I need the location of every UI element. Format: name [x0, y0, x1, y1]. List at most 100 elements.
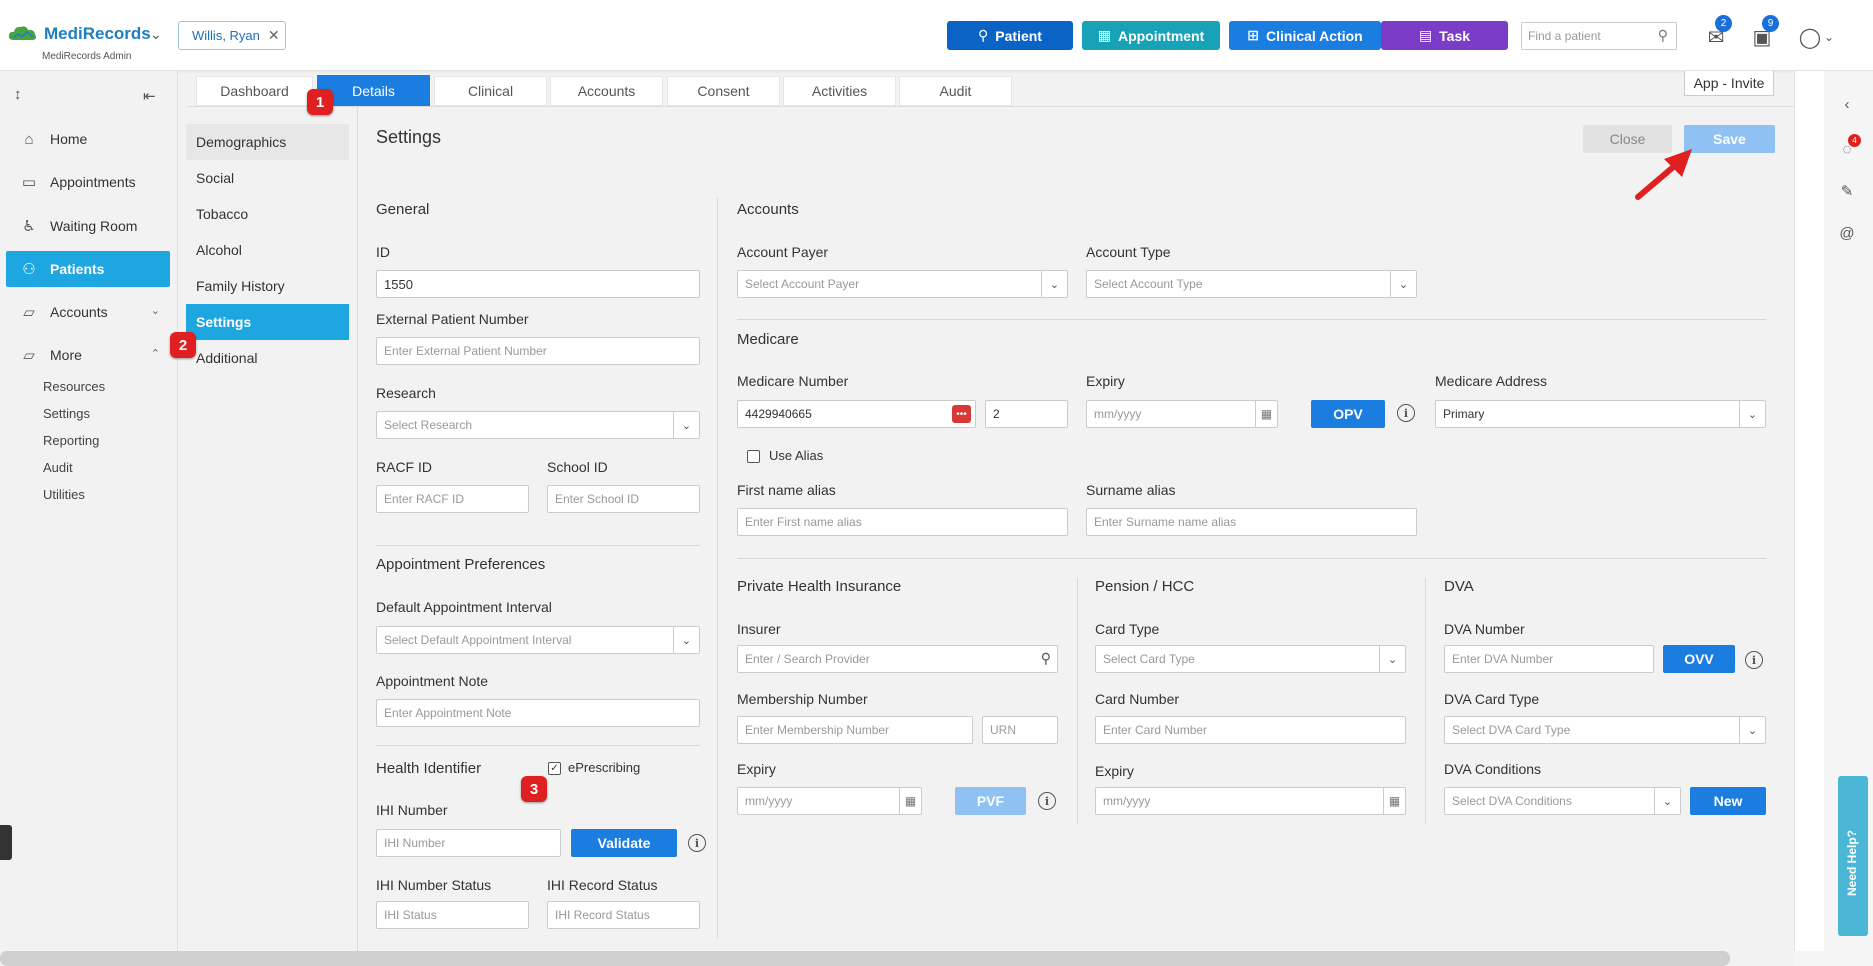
ihi-number-status-field[interactable]: IHI Status: [376, 901, 529, 929]
expand-vertical-icon[interactable]: ↕: [14, 86, 22, 103]
active-patient-chip[interactable]: Willis, Ryan ✕: [178, 21, 286, 50]
sidebar-item-home[interactable]: ⌂ Home: [6, 121, 170, 157]
submenu-social[interactable]: Social: [186, 160, 349, 196]
clipboard-icon: ▤: [1418, 27, 1433, 43]
chevron-down-icon: ⌄: [1041, 271, 1067, 297]
submenu-demographics[interactable]: Demographics: [186, 124, 349, 160]
ihi-record-status-field[interactable]: IHI Record Status: [547, 901, 700, 929]
ovv-button[interactable]: OVV: [1663, 645, 1735, 673]
calendar-icon[interactable]: ▦: [1255, 401, 1277, 427]
dva-card-type-select[interactable]: Select DVA Card Type ⌄: [1444, 716, 1766, 744]
tab-clinical[interactable]: Clinical: [434, 76, 547, 106]
ihi-number-field[interactable]: IHI Number: [376, 829, 561, 857]
calendar-icon[interactable]: ▦: [899, 788, 921, 814]
use-alias-checkbox[interactable]: [747, 450, 760, 463]
opv-button[interactable]: OPV: [1311, 400, 1385, 428]
pension-expiry-label: Expiry: [1095, 763, 1134, 779]
sidebar-subitem-settings[interactable]: Settings: [43, 406, 90, 421]
info-icon[interactable]: i: [688, 834, 706, 852]
chevron-left-icon[interactable]: ‹: [1836, 93, 1858, 115]
tab-dashboard[interactable]: Dashboard: [196, 76, 313, 106]
account-payer-select[interactable]: Select Account Payer ⌄: [737, 270, 1068, 298]
surname-alias-placeholder: Enter Surname name alias: [1094, 515, 1237, 529]
tab-accounts[interactable]: Accounts: [550, 76, 663, 106]
sidebar-item-more[interactable]: ▱ More ⌃: [6, 337, 170, 373]
left-edge-handle[interactable]: [0, 825, 12, 860]
membership-number-field[interactable]: Enter Membership Number: [737, 716, 973, 744]
close-icon[interactable]: ✕: [268, 27, 280, 44]
sidebar-subitem-audit[interactable]: Audit: [43, 460, 73, 475]
card-type-select[interactable]: Select Card Type ⌄: [1095, 645, 1406, 673]
appointment-note-field[interactable]: Enter Appointment Note: [376, 699, 700, 727]
insurer-search-field[interactable]: Enter / Search Provider ⚲: [737, 645, 1058, 673]
pin-icon[interactable]: ✎: [1836, 180, 1858, 202]
app-invite-button[interactable]: App - Invite: [1684, 71, 1774, 96]
submenu-tobacco[interactable]: Tobacco: [186, 196, 349, 232]
sidebar-subitem-resources[interactable]: Resources: [43, 379, 105, 394]
sidebar-item-patients[interactable]: ⚇ Patients: [6, 251, 170, 287]
pvf-button[interactable]: PVF: [955, 787, 1026, 815]
user-avatar-icon[interactable]: ◯: [1797, 24, 1823, 50]
info-icon[interactable]: i: [1038, 792, 1056, 810]
school-id-field[interactable]: Enter School ID: [547, 485, 700, 513]
submenu-additional[interactable]: Additional: [186, 340, 349, 376]
id-field[interactable]: 1550: [376, 270, 700, 298]
medicare-expiry-field[interactable]: mm/yyyy ▦: [1086, 400, 1278, 428]
tab-activities[interactable]: Activities: [783, 76, 896, 106]
medicare-number-value: 4429940665: [745, 407, 812, 421]
dva-number-field[interactable]: Enter DVA Number: [1444, 645, 1654, 673]
brand-name: MediRecords: [44, 24, 151, 43]
tab-details[interactable]: Details: [317, 75, 430, 106]
info-icon[interactable]: i: [1745, 651, 1763, 669]
tab-consent[interactable]: Consent: [667, 76, 780, 106]
chevron-down-icon[interactable]: ⌄: [150, 26, 162, 43]
urn-field[interactable]: URN: [982, 716, 1058, 744]
chevron-down-icon[interactable]: ⌄: [1822, 24, 1836, 50]
tab-audit[interactable]: Audit: [899, 76, 1012, 106]
sidebar-item-appointments[interactable]: ▭ Appointments: [6, 164, 170, 200]
default-appointment-interval-select[interactable]: Select Default Appointment Interval ⌄: [376, 626, 700, 654]
info-icon[interactable]: i: [1397, 404, 1415, 422]
brand-logo[interactable]: MediRecords ⌄ MediRecords Admin: [8, 22, 168, 66]
need-help-button[interactable]: Need Help?: [1838, 776, 1868, 936]
research-select[interactable]: Select Research ⌄: [376, 411, 700, 439]
new-task-button[interactable]: ▤ Task: [1381, 21, 1508, 50]
sidebar-subitem-utilities[interactable]: Utilities: [43, 487, 85, 502]
medicare-number-field[interactable]: 4429940665 •••: [737, 400, 976, 428]
ihi-number-label: IHI Number: [376, 802, 448, 818]
first-name-alias-field[interactable]: Enter First name alias: [737, 508, 1068, 536]
medicare-irn-field[interactable]: 2: [985, 400, 1068, 428]
sidebar-item-waiting-room[interactable]: ♿ Waiting Room: [6, 208, 170, 244]
horizontal-scrollbar[interactable]: [0, 951, 1730, 966]
mention-icon[interactable]: @: [1836, 222, 1858, 244]
dva-conditions-select[interactable]: Select DVA Conditions ⌄: [1444, 787, 1681, 815]
medicare-address-select[interactable]: Primary ⌄: [1435, 400, 1766, 428]
card-number-field[interactable]: Enter Card Number: [1095, 716, 1406, 744]
collapse-sidebar-icon[interactable]: ⇤: [143, 87, 156, 105]
search-icon[interactable]: ⚲: [1041, 650, 1051, 667]
submenu-alcohol[interactable]: Alcohol: [186, 232, 349, 268]
surname-alias-field[interactable]: Enter Surname name alias: [1086, 508, 1417, 536]
card-type-placeholder: Select Card Type: [1103, 652, 1195, 666]
new-patient-button[interactable]: ⚲ Patient: [947, 21, 1073, 50]
account-type-select[interactable]: Select Account Type ⌄: [1086, 270, 1417, 298]
clinical-action-button[interactable]: ⊞ Clinical Action: [1229, 21, 1381, 50]
racf-id-field[interactable]: Enter RACF ID: [376, 485, 529, 513]
phi-expiry-field[interactable]: mm/yyyy ▦: [737, 787, 922, 815]
more-options-icon[interactable]: •••: [952, 405, 971, 423]
submenu-settings[interactable]: Settings: [186, 304, 349, 340]
sidebar-item-label: Waiting Room: [50, 218, 138, 234]
sidebar-subitem-reporting[interactable]: Reporting: [43, 433, 99, 448]
new-appointment-button[interactable]: ▦ Appointment: [1082, 21, 1220, 50]
sidebar-item-accounts[interactable]: ▱ Accounts ⌄: [6, 294, 170, 330]
validate-button[interactable]: Validate: [571, 829, 677, 857]
search-icon[interactable]: ⚲: [1658, 27, 1668, 44]
pension-expiry-field[interactable]: mm/yyyy ▦: [1095, 787, 1406, 815]
new-dva-condition-button[interactable]: New: [1690, 787, 1766, 815]
column-divider: [717, 198, 718, 938]
external-patient-number-field[interactable]: Enter External Patient Number: [376, 337, 700, 365]
submenu-family-history[interactable]: Family History: [186, 268, 349, 304]
calendar-icon[interactable]: ▦: [1383, 788, 1405, 814]
eprescribing-checkbox[interactable]: ✓: [548, 762, 561, 775]
find-patient-input[interactable]: Find a patient ⚲: [1521, 22, 1677, 50]
